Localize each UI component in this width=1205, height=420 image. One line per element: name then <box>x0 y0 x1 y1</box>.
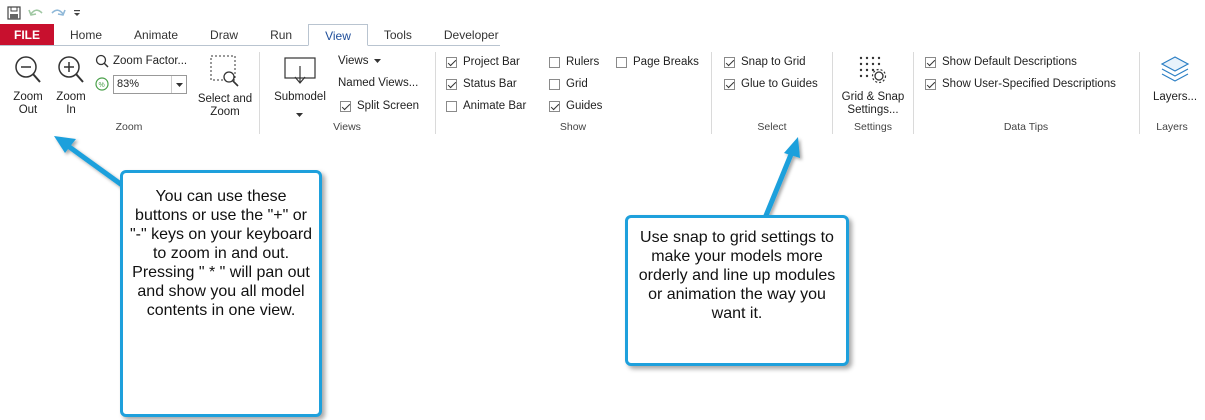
snap-callout-text: Use snap to grid settings to make your m… <box>638 229 836 322</box>
snap-callout-arrow <box>762 151 795 219</box>
zoom-callout: You can use these buttons or use the "+"… <box>120 170 322 417</box>
tab-view[interactable]: View <box>308 24 368 46</box>
snap-callout: Use snap to grid settings to make your m… <box>625 215 849 366</box>
zoom-callout-text: You can use these buttons or use the "+"… <box>129 188 313 319</box>
snap-callout-arrowhead <box>784 137 800 158</box>
